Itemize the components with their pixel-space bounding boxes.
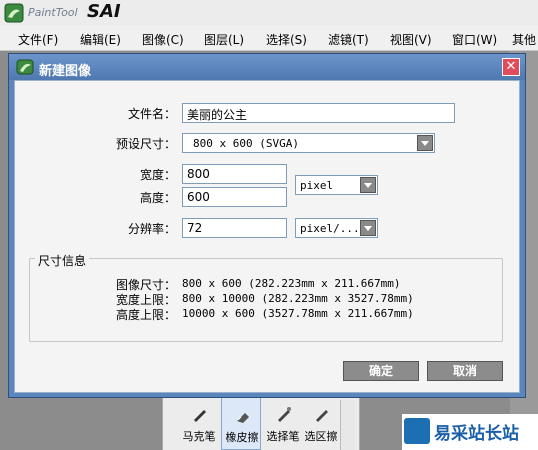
menu-filter[interactable]: 滤镜(T) <box>328 31 369 48</box>
filename-label: 文件名： <box>127 107 176 121</box>
tool-select-eraser[interactable]: 选区擦 <box>301 394 341 450</box>
chevron-down-icon[interactable] <box>360 220 376 236</box>
filename-input[interactable]: 美丽的公主 <box>182 103 455 123</box>
select-pen-icon <box>278 407 291 422</box>
menu-image[interactable]: 图像(C) <box>142 31 184 48</box>
menu-other[interactable]: 其他 <box>512 31 536 48</box>
height-input[interactable]: 600 <box>182 187 287 207</box>
info-label: 高度上限： <box>115 308 176 322</box>
marker-icon <box>194 410 206 422</box>
width-input[interactable]: 800 <box>182 164 287 184</box>
menu-window[interactable]: 窗口(W) <box>452 31 497 48</box>
tool-marker[interactable]: 马克笔 <box>179 394 219 450</box>
resolution-label: 分辨率： <box>127 222 176 236</box>
menu-edit[interactable]: 编辑(E) <box>80 31 121 48</box>
info-value: 800 x 10000 (282.223mm x 3527.78mm) <box>182 292 414 305</box>
tool-label: 选择笔 <box>266 430 300 443</box>
app-titlebar <box>0 0 538 26</box>
menu-bar: 文件(F) 编辑(E) 图像(C) 图层(L) 选择(S) 滤镜(T) 视图(V… <box>0 26 538 51</box>
dialog-app-icon <box>16 59 34 75</box>
info-value: 800 x 600 (282.223mm x 211.667mm) <box>182 277 401 290</box>
menu-view[interactable]: 视图(V) <box>390 31 432 48</box>
ok-button[interactable]: 确定 <box>343 361 419 381</box>
tool-label: 马克笔 <box>182 430 216 443</box>
chevron-down-icon[interactable] <box>417 135 433 151</box>
width-label: 宽度： <box>139 168 176 182</box>
app-name-small: PaintTool <box>28 6 78 19</box>
tool-label: 橡皮擦 <box>225 431 259 444</box>
height-label: 高度： <box>139 191 176 205</box>
app-logo-icon <box>4 3 24 23</box>
close-button[interactable]: ✕ <box>502 58 520 76</box>
resolution-input[interactable]: 72 <box>182 218 287 238</box>
menu-select[interactable]: 选择(S) <box>266 31 307 48</box>
preset-select[interactable]: 800 x 600 (SVGA) <box>182 133 435 153</box>
menu-file[interactable]: 文件(F) <box>18 31 58 48</box>
cancel-button[interactable]: 取消 <box>427 361 503 381</box>
eraser-icon <box>237 413 249 423</box>
tool-eraser[interactable]: 橡皮擦 <box>221 394 261 450</box>
watermark-logo-icon <box>404 418 430 444</box>
dialog-title: 新建图像 <box>39 64 92 79</box>
chevron-down-icon[interactable] <box>360 177 376 193</box>
app-name-big: SAI <box>87 1 121 22</box>
tool-select-pen[interactable]: 选择笔 <box>263 394 303 450</box>
tool-palette: 马克笔 橡皮擦 选择笔 选区擦 <box>162 394 360 450</box>
info-value: 10000 x 600 (3527.78mm x 211.667mm) <box>182 307 414 320</box>
size-info-title: 尺寸信息 <box>35 252 90 269</box>
watermark-text: 易采站长站 <box>434 424 519 444</box>
palette-scrollbar[interactable] <box>340 400 355 450</box>
tool-label: 选区擦 <box>304 430 338 443</box>
select-eraser-icon <box>316 410 328 422</box>
menu-layer[interactable]: 图层(L) <box>204 31 244 48</box>
preset-label: 预设尺寸： <box>115 137 176 151</box>
